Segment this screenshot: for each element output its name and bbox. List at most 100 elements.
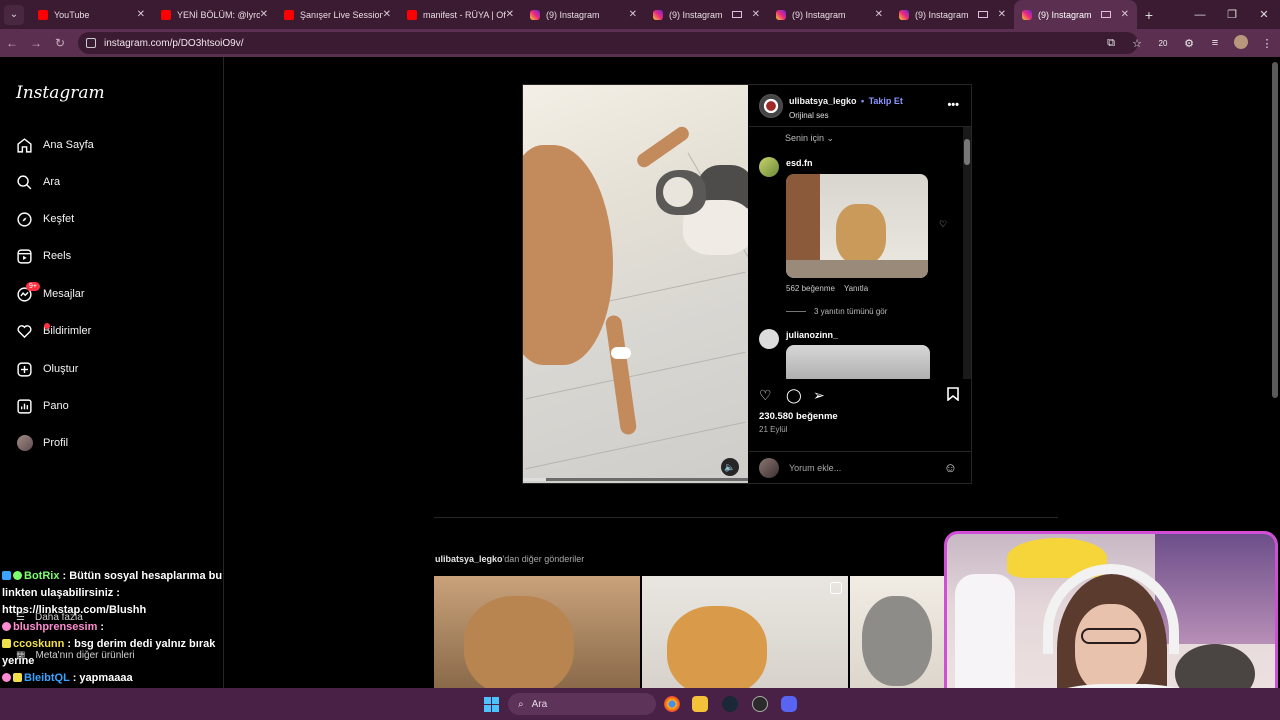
post-thumbnail[interactable] [434,576,640,688]
close-icon[interactable]: ✕ [137,9,145,20]
close-icon[interactable]: ✕ [875,9,883,20]
reading-list-icon[interactable]: ≡ [1202,37,1228,49]
menu-kebab-icon[interactable]: ⋮ [1254,37,1280,50]
close-icon[interactable]: ✕ [752,9,760,20]
browser-tab[interactable]: manifest - RÜYA | Offi ✕ [399,0,522,29]
bookmark-star-icon[interactable]: ☆ [1124,37,1150,50]
close-icon[interactable]: ✕ [998,9,1006,20]
view-replies-button[interactable]: 3 yanıtın tümünü gör [786,307,887,316]
comment-bubble-icon[interactable]: ◯ [786,387,802,404]
share-send-icon[interactable]: ➢ [813,387,825,404]
emoji-icon[interactable]: ☺ [944,460,957,475]
comment-input[interactable]: Yorum ekle... ☺ [749,451,971,483]
sidebar-item-notifications[interactable]: Bildirimler [16,319,91,343]
dog-tail [634,124,692,170]
cat-in-thumbnail [862,596,932,686]
post-date[interactable]: 21 Eylül [759,425,787,434]
sidebar-item-search[interactable]: Ara [16,170,60,194]
comment-avatar[interactable] [759,157,779,177]
comment-image[interactable] [786,174,928,278]
windows-start-icon[interactable] [484,697,499,712]
badge-icon [2,571,11,580]
reels-icon [16,248,33,265]
close-icon[interactable]: ✕ [506,9,514,20]
comments-scrollbar[interactable] [963,127,971,379]
forward-icon[interactable]: → [24,36,48,50]
tab-label: (9) Instagram [1038,9,1092,20]
sidebar-item-home[interactable]: Ana Sayfa [16,133,94,157]
post-video[interactable]: 🔈 [523,85,748,483]
author-username[interactable]: ulibatsya_legko [789,96,857,106]
reload-icon[interactable]: ↻ [48,36,72,50]
extension-badge[interactable]: 20 [1150,39,1176,48]
comment-username[interactable]: julianozinn_ [786,330,838,340]
site-info-icon[interactable] [86,38,96,48]
author-avatar[interactable] [759,93,783,118]
browser-tab[interactable]: Şanışer Live Sessions ✕ [276,0,399,29]
discord-icon[interactable] [781,696,797,712]
chrome-icon[interactable] [664,696,680,712]
section-divider [434,517,1058,518]
minimize-icon[interactable]: — [1184,9,1216,21]
new-tab-button[interactable]: + [1137,7,1161,23]
sidebar-item-profile[interactable]: Profil [16,431,68,455]
chat-text: : [100,621,105,633]
comment-like-heart-icon[interactable]: ♡ [939,219,947,230]
close-icon[interactable]: ✕ [629,9,637,20]
file-explorer-icon[interactable] [692,696,708,712]
browser-tab[interactable]: YENİ BÖLÜM: @lyrox ✕ [153,0,276,29]
profile-avatar[interactable] [1228,34,1254,52]
extensions-icon[interactable]: ⚙ [1176,37,1202,50]
post-likes-count[interactable]: 230.580 beğenme [759,411,838,422]
chat-username: BleibtQL [24,672,70,684]
close-icon[interactable]: ✕ [1121,9,1129,20]
floor [786,260,928,278]
save-bookmark-icon[interactable] [947,387,959,404]
comment-likes[interactable]: 562 beğenme [786,284,835,293]
close-icon[interactable]: ✕ [260,9,268,20]
install-app-icon[interactable]: ⧉ [1098,37,1124,50]
more-options-icon[interactable]: ••• [947,99,959,111]
post-thumbnail[interactable] [850,576,944,688]
steam-icon[interactable] [722,696,738,712]
maximize-icon[interactable]: ❐ [1216,8,1248,21]
comments-scroll-thumb[interactable] [964,139,970,165]
browser-tab[interactable]: (9) Instagram ✕ [891,0,1014,29]
audio-label[interactable]: Orijinal ses [789,111,903,120]
sidebar-item-messages[interactable]: 9+ Mesajlar [16,281,85,306]
sidebar-item-explore[interactable]: Keşfet [16,207,74,231]
taskbar-search[interactable]: ⌕ Ara [508,693,656,715]
browser-tab-active[interactable]: (9) Instagram ✕ [1014,0,1137,29]
post-thumbnail[interactable] [642,576,848,688]
close-window-icon[interactable]: ✕ [1248,8,1280,21]
sidebar-item-dashboard[interactable]: Pano [16,394,69,418]
more-posts-username[interactable]: ulibatsya_legko [435,554,503,564]
video-progress-bar[interactable] [523,478,748,481]
obs-icon[interactable] [752,696,768,712]
back-icon[interactable]: ← [0,36,24,50]
browser-tab[interactable]: (9) Instagram ✕ [522,0,645,29]
like-heart-icon[interactable]: ♡ [759,387,772,404]
tab-label: (9) Instagram [669,9,723,20]
volume-icon[interactable]: 🔈 [721,458,739,476]
page-scrollbar[interactable] [1272,62,1278,398]
address-bar[interactable]: instagram.com/p/DO3htsoiO9v/ [78,32,1138,54]
browser-tab[interactable]: YouTube ✕ [30,0,153,29]
sidebar-item-reels[interactable]: Reels [16,244,71,268]
chat-username: BotRix [24,570,60,582]
comment-avatar[interactable] [759,329,779,349]
comment-username[interactable]: esd.fn [786,158,813,168]
badge-icon [2,639,11,648]
browser-tab[interactable]: (9) Instagram ✕ [768,0,891,29]
follow-button[interactable]: Takip Et [869,96,903,106]
search-icon: ⌕ [518,698,524,710]
reply-button[interactable]: Yanıtla [844,284,868,293]
close-icon[interactable]: ✕ [383,9,391,20]
comment-image[interactable] [786,345,930,379]
tab-search-button[interactable]: ⌄ [4,4,24,25]
browser-tab[interactable]: (9) Instagram ✕ [645,0,768,29]
instagram-logo[interactable]: Instagram [16,83,105,103]
sidebar-item-create[interactable]: Oluştur [16,357,78,381]
for-you-label: Senin için [785,133,825,143]
for-you-dropdown[interactable]: Senin için ⌄ [785,133,834,144]
